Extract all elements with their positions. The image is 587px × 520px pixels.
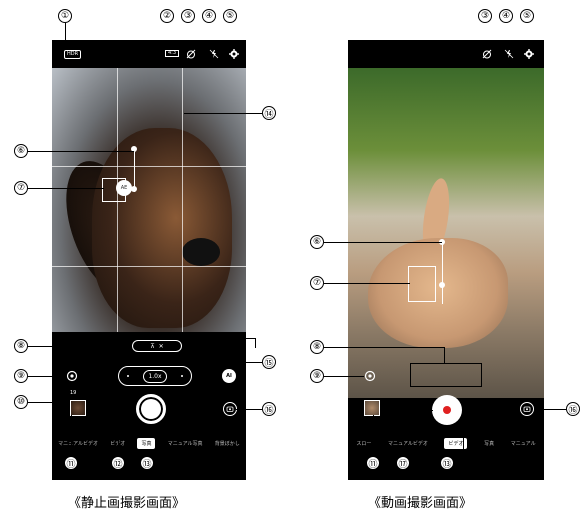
lens-icon[interactable] — [364, 370, 376, 382]
still-capture-screen: HDR 4:3 AE ⊼ ✕ 1.0x AI 19 マニュアルビデオ 写真 マニ… — [52, 40, 246, 480]
callout-6-video: ⑥ — [310, 235, 324, 249]
leader-line — [184, 113, 262, 114]
callout-8-video: ⑧ — [310, 340, 324, 354]
leader-line — [71, 415, 72, 456]
dog-nose — [182, 238, 220, 266]
zoom-highlight — [116, 363, 194, 387]
viewfinder[interactable] — [348, 68, 544, 398]
leader-line — [373, 415, 374, 456]
leader-line — [28, 188, 104, 189]
callout-6: ⑥ — [14, 144, 28, 158]
last-video-thumbnail[interactable] — [364, 400, 380, 416]
callout-1: ① — [58, 9, 72, 23]
grid-line — [52, 166, 246, 167]
leader-line — [98, 346, 99, 366]
timer-off-icon[interactable] — [482, 49, 492, 59]
callout-3: ③ — [181, 9, 195, 23]
mode-item[interactable]: マニュアルビデオ — [388, 440, 428, 447]
mode-item[interactable]: マニュアルビデオ — [58, 440, 98, 447]
grid-line — [182, 68, 183, 366]
callout-8: ⑧ — [14, 339, 28, 353]
callout-12: ⑫ — [111, 456, 125, 470]
grid-line — [117, 68, 118, 366]
leader-line — [236, 409, 262, 410]
callout-13-video: ⑬ — [440, 456, 454, 470]
leader-line — [444, 347, 445, 363]
mode-item[interactable]: マニュアル写真 — [168, 440, 203, 447]
lens-icon[interactable] — [66, 370, 78, 382]
leader-line — [118, 424, 119, 456]
video-caption: 《動画撮影画面》 — [368, 496, 473, 511]
top-bar: HDR 4:3 — [52, 40, 246, 68]
record-dot — [443, 406, 451, 414]
exposure-slider[interactable] — [442, 244, 443, 304]
callout-16: ⑯ — [262, 402, 276, 416]
leader-line — [534, 409, 566, 410]
shutter-button[interactable] — [136, 394, 166, 424]
flash-off-icon[interactable] — [209, 49, 219, 59]
callout-11: ⑪ — [64, 456, 78, 470]
callout-14: ⑭ — [262, 106, 276, 120]
aspect-ratio-button[interactable]: 4:3 — [165, 50, 180, 57]
timer-off-icon[interactable] — [186, 49, 196, 59]
mode-item[interactable]: マニュアル — [511, 440, 536, 447]
leader-line — [324, 283, 410, 284]
camera-switch-icon[interactable] — [520, 402, 534, 416]
leader-line — [65, 23, 66, 50]
focus-frame[interactable] — [408, 266, 436, 302]
leader-line — [190, 362, 262, 363]
callout-4: ④ — [202, 9, 216, 23]
callout-9-video: ⑨ — [310, 369, 324, 383]
callout-15: ⑮ — [262, 355, 276, 369]
callout-11-video: ⑪ — [366, 456, 380, 470]
callout-9: ⑨ — [14, 369, 28, 383]
callout-16-video: ⑯ — [566, 402, 580, 416]
exposure-handle[interactable] — [439, 282, 445, 288]
ai-button[interactable]: AI — [222, 369, 236, 383]
callout-2: ② — [160, 9, 174, 23]
callout-10: ⑩ — [14, 395, 28, 409]
leader-line — [324, 347, 444, 348]
callout-7-video: ⑦ — [310, 276, 324, 290]
ae-af-lock[interactable]: AE — [116, 180, 132, 196]
callout-5-video: ⑤ — [520, 9, 534, 23]
record-button[interactable] — [432, 395, 462, 425]
leader-line — [28, 346, 98, 347]
callout-4-video: ④ — [499, 9, 513, 23]
hdr-button[interactable]: HDR — [64, 50, 82, 59]
mode-item[interactable]: 写真 — [484, 440, 494, 447]
leader-line — [28, 151, 134, 152]
leader-line — [190, 338, 256, 348]
photo-count: 19 — [70, 390, 77, 396]
leader-line — [403, 410, 404, 456]
callout-7: ⑦ — [14, 181, 28, 195]
last-photo-thumbnail[interactable] — [70, 400, 86, 416]
active-mode-highlight — [130, 436, 164, 452]
gear-icon[interactable] — [229, 49, 239, 59]
active-mode-highlight — [430, 436, 464, 452]
dog-head — [92, 128, 232, 328]
lens-switch-pill[interactable]: ⊼ ✕ — [132, 340, 182, 352]
rabbit-body — [368, 238, 508, 348]
leader-line — [324, 376, 364, 377]
flash-off-icon[interactable] — [504, 49, 514, 59]
video-capture-screen: スロー マニュアルビデオ ビデオ 写真 マニュアル — [348, 40, 544, 480]
gear-icon[interactable] — [524, 49, 534, 59]
callout-5: ⑤ — [223, 9, 237, 23]
leader-line — [403, 410, 433, 411]
leader-line — [28, 376, 66, 377]
top-bar — [348, 40, 544, 68]
leader-line — [28, 402, 70, 403]
grid-line — [52, 266, 246, 267]
zoom-highlight — [410, 363, 482, 387]
still-caption: 《静止画撮影画面》 — [68, 496, 186, 511]
camera-switch-icon[interactable] — [223, 402, 237, 416]
callout-3-video: ③ — [478, 9, 492, 23]
mode-item[interactable]: 背景ぼかし — [215, 440, 240, 447]
mode-item[interactable]: スロー — [356, 440, 371, 447]
leader-line — [324, 242, 442, 243]
callout-13: ⑬ — [140, 456, 154, 470]
callout-17: ⑰ — [396, 456, 410, 470]
